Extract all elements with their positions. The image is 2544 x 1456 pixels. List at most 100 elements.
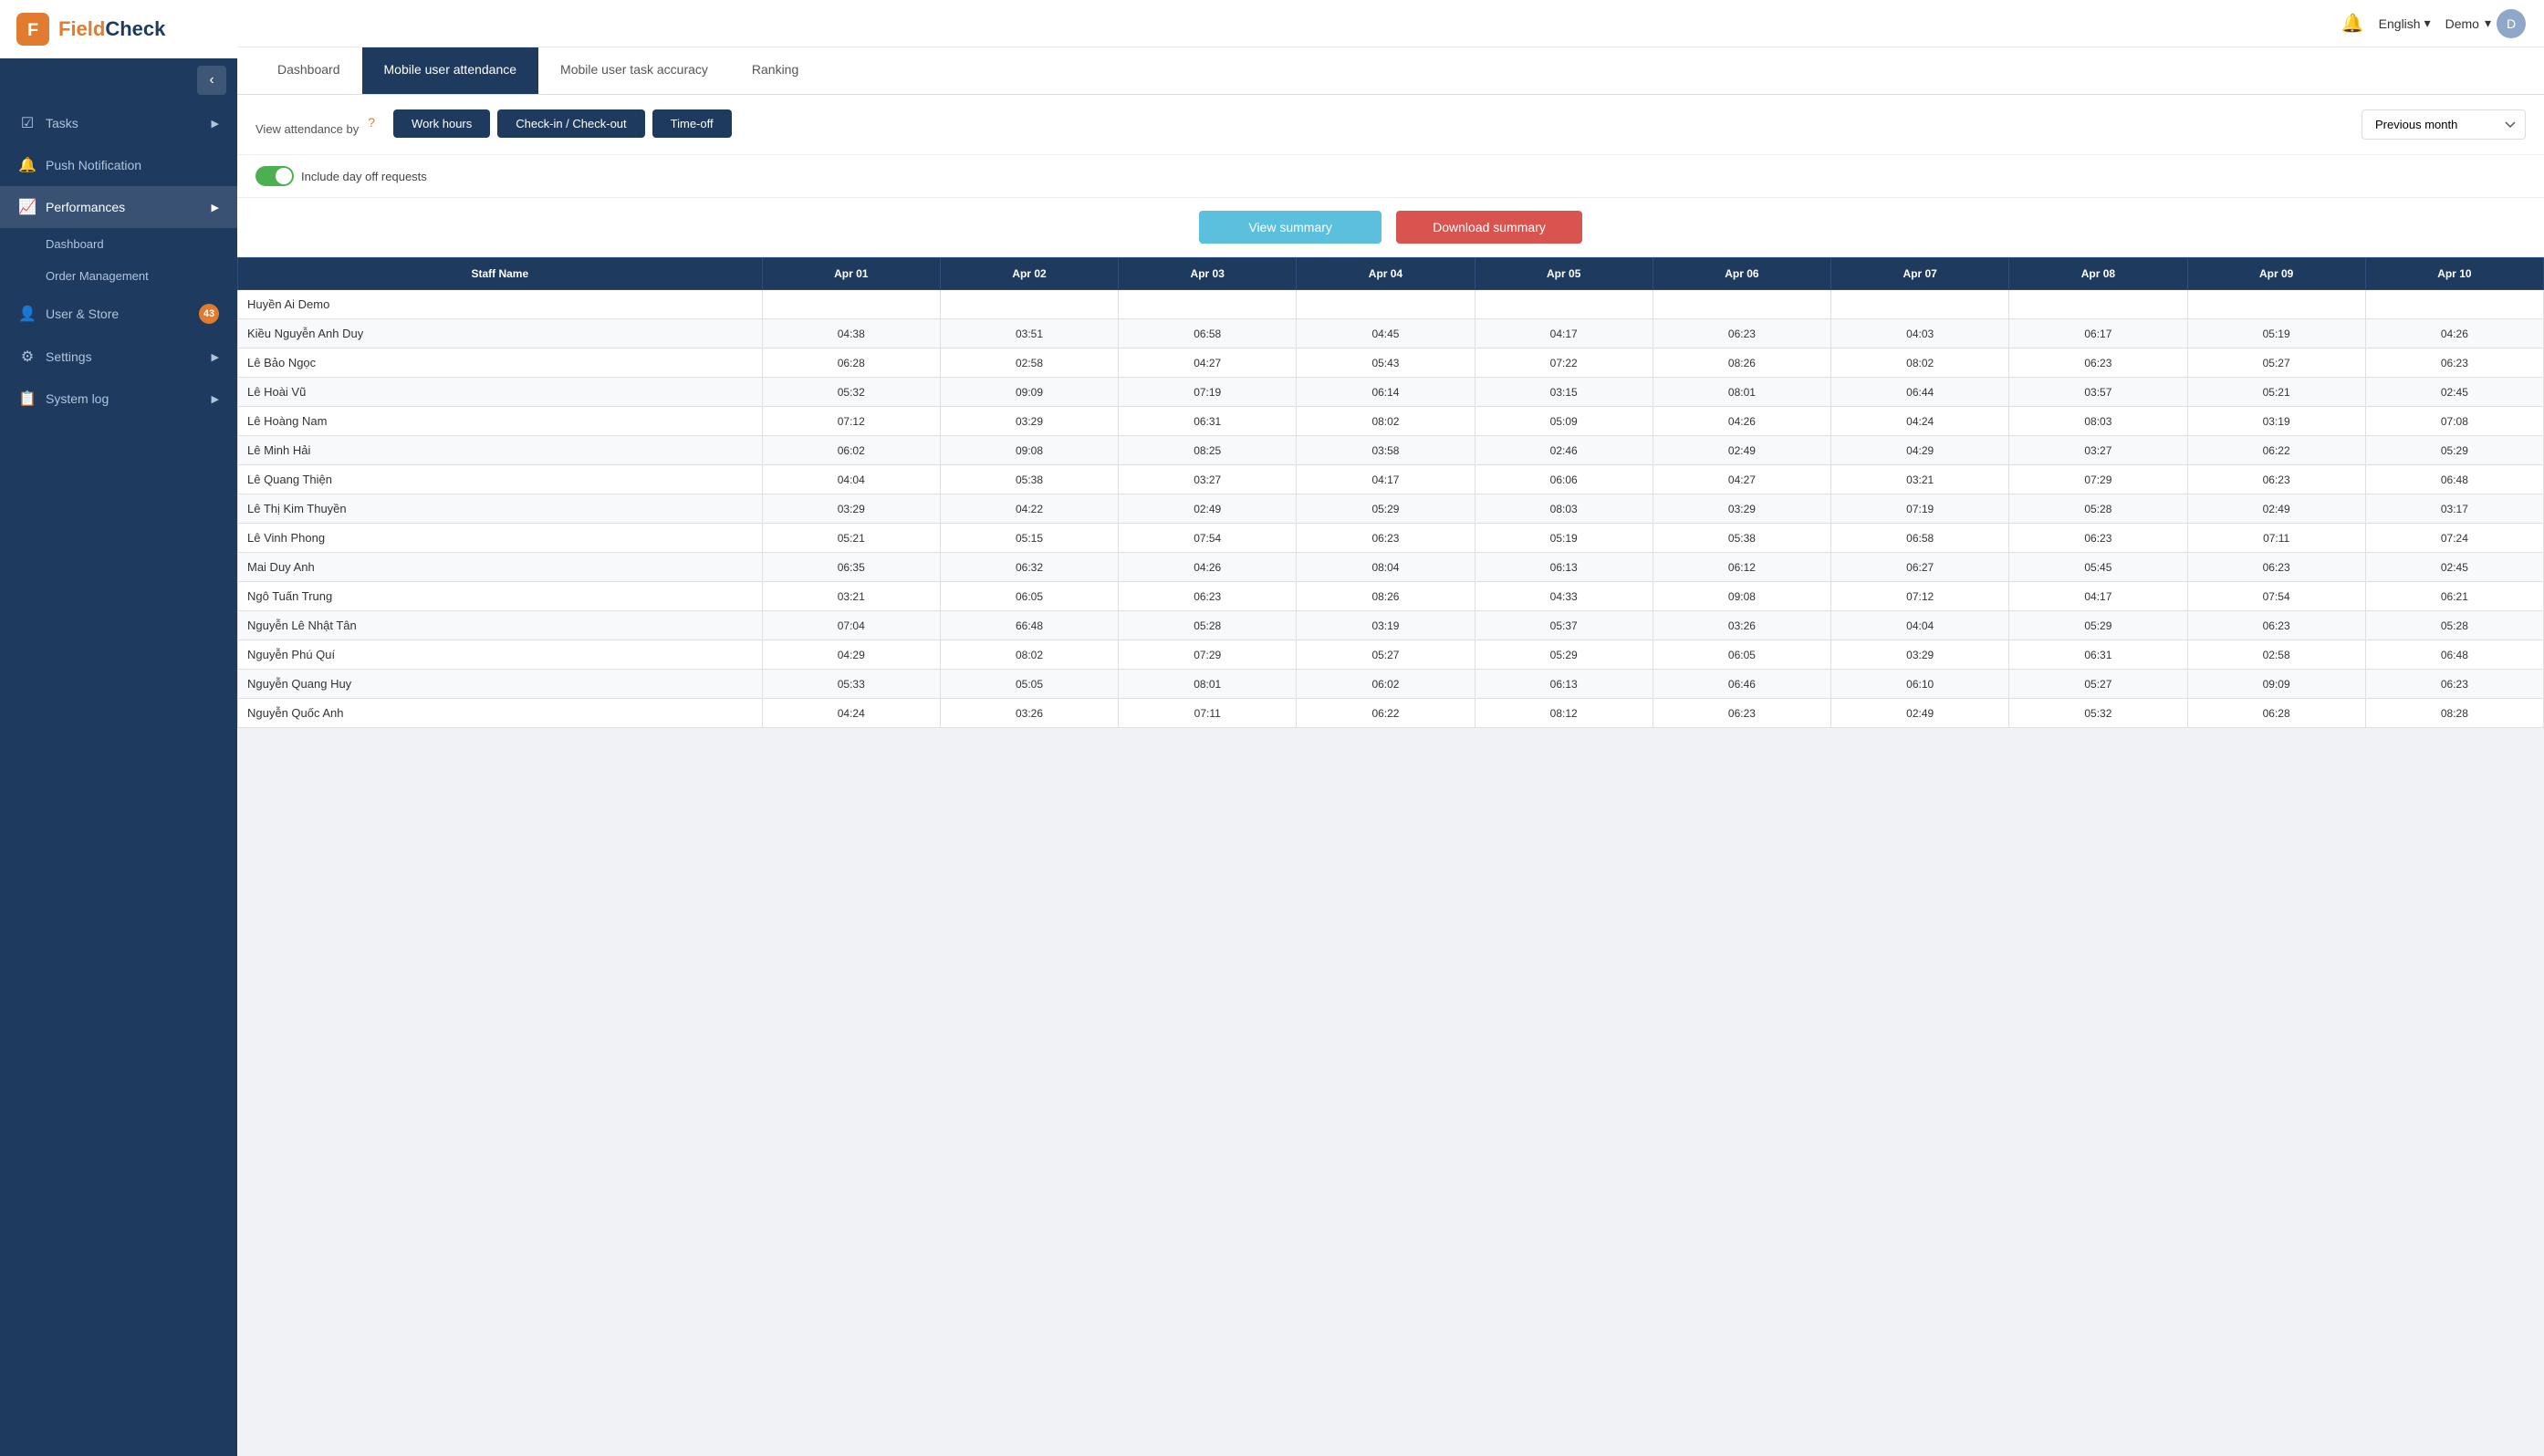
sidebar-collapse-button[interactable]: ‹ [197,66,226,95]
attendance-cell: 05:38 [940,465,1118,494]
table-row: Lê Quang Thiện04:0405:3803:2704:1706:060… [238,465,2544,494]
attendance-cell: 04:33 [1475,582,1653,611]
attendance-cell: 05:09 [1475,407,1653,436]
performances-icon: 📈 [18,198,36,216]
filter-btn-time-off[interactable]: Time-off [652,109,732,138]
table-row: Nguyễn Phú Quí04:2908:0207:2905:2705:290… [238,640,2544,670]
table-row: Lê Minh Hải06:0209:0808:2503:5802:4602:4… [238,436,2544,465]
sidebar-subitem-order-management[interactable]: Order Management [0,260,237,292]
attendance-cell: 03:29 [940,407,1118,436]
staff-name-cell: Nguyễn Phú Quí [238,640,763,670]
attendance-cell: 04:26 [1653,407,1830,436]
language-label: English [2379,16,2421,31]
language-dropdown-icon: ▾ [2424,16,2431,31]
attendance-cell: 04:27 [1119,348,1297,378]
attendance-cell: 06:02 [1297,670,1475,699]
nav-arrow-tasks: ▶ [212,118,219,130]
attendance-cell: 05:37 [1475,611,1653,640]
download-summary-button[interactable]: Download summary [1396,211,1582,244]
tab-mobile-user-attendance[interactable]: Mobile user attendance [362,47,539,94]
attendance-cell: 04:29 [1831,436,2009,465]
staff-name-cell: Nguyễn Lê Nhật Tân [238,611,763,640]
col-header-apr-02: Apr 02 [940,258,1118,290]
attendance-cell: 05:15 [940,524,1118,553]
attendance-cell: 05:38 [1653,524,1830,553]
col-header-apr-09: Apr 09 [2187,258,2365,290]
push-notification-icon: 🔔 [18,156,36,174]
staff-name-cell: Kiều Nguyễn Anh Duy [238,319,763,348]
attendance-cell: 06:14 [1297,378,1475,407]
attendance-cell: 66:48 [940,611,1118,640]
filter-btn-check-in-checkout[interactable]: Check-in / Check-out [497,109,644,138]
page-content: DashboardMobile user attendanceMobile us… [237,47,2544,1456]
attendance-cell: 03:26 [940,699,1118,728]
attendance-cell: 04:29 [762,640,940,670]
view-summary-button[interactable]: View summary [1199,211,1381,244]
attendance-cell: 02:49 [2187,494,2365,524]
attendance-cell: 06:22 [2187,436,2365,465]
attendance-cell: 04:24 [762,699,940,728]
attendance-cell [1653,290,1830,319]
attendance-cell: 06:48 [2365,640,2543,670]
attendance-cell: 07:11 [2187,524,2365,553]
attendance-cell: 03:26 [1653,611,1830,640]
nav-arrow-settings: ▶ [212,351,219,363]
include-dayoff-toggle[interactable] [255,166,294,186]
attendance-cell: 06:23 [2009,348,2187,378]
staff-name-cell: Huyền Ai Demo [238,290,763,319]
filter-area: View attendance by ? Work hoursCheck-in … [237,95,2544,155]
attendance-cell [1475,290,1653,319]
table-row: Huyền Ai Demo [238,290,2544,319]
sidebar-item-label: User & Store [46,307,119,321]
attendance-cell: 03:27 [2009,436,2187,465]
attendance-cell: 08:26 [1297,582,1475,611]
notification-icon[interactable]: 🔔 [2341,12,2364,35]
tab-mobile-user-task-accuracy[interactable]: Mobile user task accuracy [538,47,730,94]
attendance-cell [1119,290,1297,319]
sidebar-item-label: Tasks [46,116,78,130]
user-dropdown-icon: ▾ [2485,16,2491,31]
svg-text:F: F [27,20,38,40]
attendance-cell: 05:33 [762,670,940,699]
attendance-cell: 06:28 [2187,699,2365,728]
attendance-cell: 06:23 [2009,524,2187,553]
table-row: Lê Hoàng Nam07:1203:2906:3108:0205:0904:… [238,407,2544,436]
attendance-cell: 06:05 [1653,640,1830,670]
user-avatar: D [2497,9,2526,38]
sidebar-item-user-store[interactable]: 👤 User & Store 43 [0,292,237,336]
attendance-cell: 04:17 [1297,465,1475,494]
attendance-cell: 02:49 [1653,436,1830,465]
attendance-cell: 05:32 [2009,699,2187,728]
attendance-cell: 04:27 [1653,465,1830,494]
attendance-cell: 07:12 [1831,582,2009,611]
attendance-cell [2009,290,2187,319]
col-header-apr-04: Apr 04 [1297,258,1475,290]
sidebar-item-performances[interactable]: 📈 Performances ▶ [0,186,237,228]
sidebar-item-system-log[interactable]: 📋 System log ▶ [0,378,237,420]
attendance-cell: 06:23 [2365,348,2543,378]
attendance-cell: 05:29 [1475,640,1653,670]
table-row: Lê Vinh Phong05:2105:1507:5406:2305:1905… [238,524,2544,553]
attendance-cell: 05:21 [762,524,940,553]
sidebar-item-tasks[interactable]: ☑ Tasks ▶ [0,102,237,144]
period-select[interactable]: Previous monthThis monthCustom range [2362,109,2526,140]
tab-ranking[interactable]: Ranking [730,47,820,94]
attendance-cell: 05:28 [2365,611,2543,640]
table-row: Lê Hoài Vũ05:3209:0907:1906:1403:1508:01… [238,378,2544,407]
user-menu[interactable]: Demo ▾ D [2445,9,2526,38]
sidebar-item-settings[interactable]: ⚙ Settings ▶ [0,336,237,378]
attendance-cell: 05:27 [1297,640,1475,670]
attendance-cell [1831,290,2009,319]
attendance-cell: 03:57 [2009,378,2187,407]
attendance-cell: 07:19 [1831,494,2009,524]
attendance-cell: 08:01 [1119,670,1297,699]
language-selector[interactable]: English ▾ [2379,16,2431,31]
attendance-cell: 07:19 [1119,378,1297,407]
nav-arrow-system-log: ▶ [212,393,219,405]
attendance-cell: 06:13 [1475,553,1653,582]
tab-dashboard[interactable]: Dashboard [255,47,362,94]
attendance-cell: 05:27 [2187,348,2365,378]
sidebar-subitem-dashboard[interactable]: Dashboard [0,228,237,260]
filter-btn-work-hours[interactable]: Work hours [393,109,490,138]
sidebar-item-push-notification[interactable]: 🔔 Push Notification [0,144,237,186]
